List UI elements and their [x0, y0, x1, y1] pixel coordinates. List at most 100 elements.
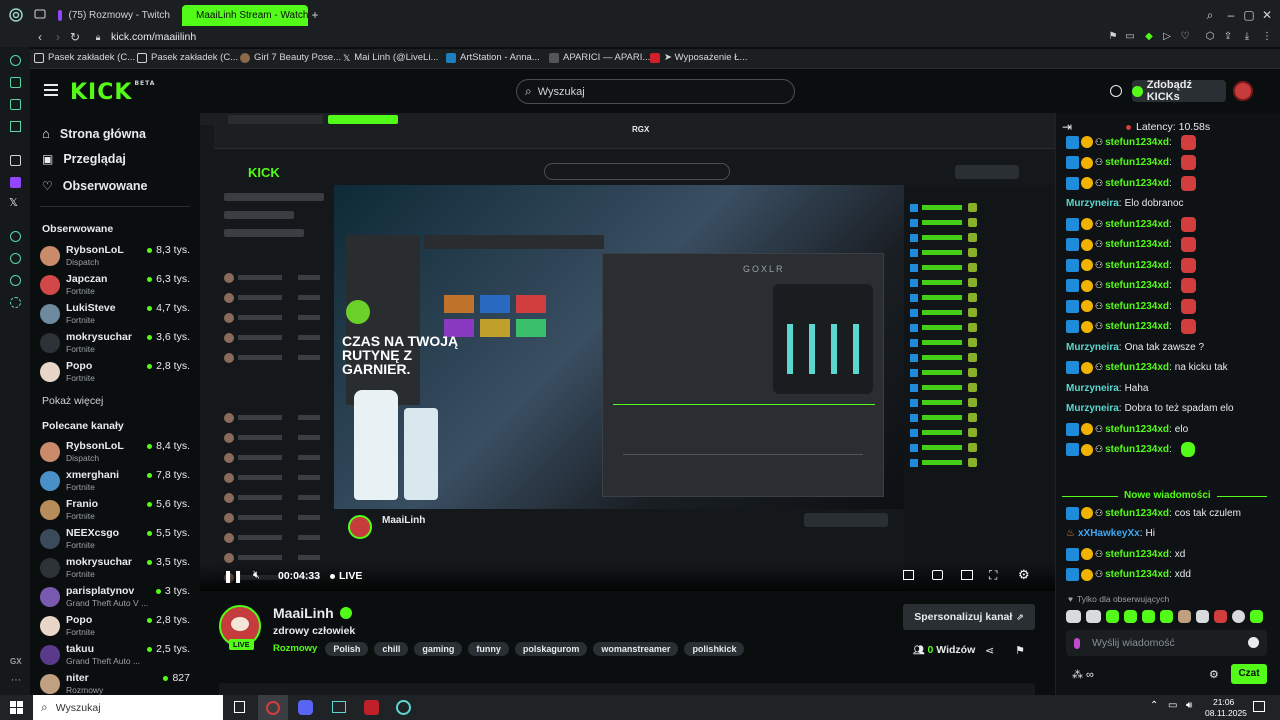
play-icon[interactable]: ▷	[1160, 30, 1174, 44]
tag-chip[interactable]: polskagurom	[514, 642, 588, 656]
more-icon[interactable]: ⋯	[11, 675, 21, 686]
rail-icon-4[interactable]	[10, 121, 21, 132]
bookmark-icon[interactable]: ⚑	[1106, 30, 1120, 44]
menu-icon[interactable]: ⋮	[1260, 30, 1274, 44]
task-view-icon[interactable]	[234, 701, 245, 713]
channel-row[interactable]: Popo Fortnite 2,8 tys.	[40, 359, 190, 387]
close-icon[interactable]: ✕	[1260, 8, 1274, 22]
bookmark-3[interactable]: Girl 7 Beauty Pose...	[240, 52, 341, 63]
video-player[interactable]: RGX KICK GOXLR CZAS NA TWOJĄ RUTYNĘ Z GA…	[200, 113, 1055, 591]
chat-settings-icon[interactable]: ⚙	[1209, 668, 1219, 681]
rail-icon-2[interactable]	[10, 77, 21, 88]
clip-icon[interactable]	[932, 570, 943, 580]
tag-chip[interactable]: chill	[374, 642, 409, 656]
chat-username[interactable]: stefun1234xd	[1105, 239, 1169, 250]
share-icon[interactable]: ⋖	[985, 644, 994, 657]
settings-icon[interactable]: ⚙	[1018, 567, 1030, 583]
bookmark-5[interactable]: ArtStation - Anna...	[446, 52, 540, 63]
emoji-picker-icon[interactable]	[1248, 637, 1259, 648]
user-avatar[interactable]	[1233, 81, 1253, 101]
search-icon[interactable]: ⌕	[1203, 8, 1217, 22]
taskbar-search[interactable]: ⌕ Wyszukaj	[33, 695, 223, 720]
channel-row[interactable]: mokrysuchar Fortnite 3,5 tys.	[40, 555, 190, 583]
chat-username[interactable]: Murzyneira	[1066, 198, 1119, 209]
browser-logo-icon[interactable]	[9, 8, 23, 22]
gx-icon[interactable]: GX	[10, 657, 22, 666]
chat-username[interactable]: stefun1234xd	[1105, 219, 1169, 230]
chat-username[interactable]: stefun1234xd	[1105, 508, 1169, 519]
emote-icon[interactable]	[1196, 610, 1209, 623]
new-tab-icon[interactable]: +	[308, 8, 322, 22]
emote-icon[interactable]	[1232, 610, 1245, 623]
channel-row[interactable]: parisplatynov Grand Theft Auto V ... 3 tys…	[40, 584, 190, 612]
customize-channel-button[interactable]: Spersonalizuj kanał ⇗	[903, 604, 1035, 630]
notifications-icon[interactable]	[1253, 701, 1265, 712]
bookmark-2[interactable]: Pasek zakładek (C...	[137, 52, 238, 63]
bookmark-1[interactable]: Pasek zakładek (C...	[34, 52, 135, 63]
chat-username[interactable]: stefun1234xd	[1105, 424, 1169, 435]
chat-username[interactable]: Murzyneira	[1066, 403, 1119, 414]
channel-row[interactable]: xmerghani Fortnite 7,8 tys.	[40, 468, 190, 496]
theater-mode-icon[interactable]	[961, 570, 973, 580]
tray-chevron-icon[interactable]: ⌃	[1150, 700, 1158, 711]
chat-input[interactable]: Wyślij wiadomość	[1066, 630, 1267, 656]
bookmark-7[interactable]: ➤ Wyposażenie Ł...	[650, 52, 747, 63]
hamburger-menu-icon[interactable]	[44, 84, 58, 96]
show-more-link[interactable]: Pokaż więcej	[42, 395, 103, 407]
rail-icon-10[interactable]	[10, 275, 21, 286]
search-input[interactable]: ⌕ Wyszukaj	[516, 79, 795, 104]
bookmark-4[interactable]: 𝕏 Mai Linh (@LiveLi...	[343, 52, 438, 63]
nav-home[interactable]: ⌂ Strona główna	[42, 126, 146, 141]
emote-icon[interactable]	[1160, 610, 1173, 623]
fullscreen-icon[interactable]: ⛶	[989, 568, 997, 583]
category-link[interactable]: Rozmowy	[273, 643, 317, 654]
emote-icon[interactable]	[1124, 610, 1137, 623]
tag-chip[interactable]: polishkick	[684, 642, 745, 656]
channel-row[interactable]: RybsonLoL Dispatch 8,3 tys.	[40, 243, 190, 271]
screenshot-icon[interactable]: ▭	[1123, 30, 1137, 44]
collapse-chat-icon[interactable]: ⇥	[1062, 120, 1072, 134]
volume-icon[interactable]: 🔇︎	[253, 569, 260, 582]
report-icon[interactable]: ⚑	[1015, 644, 1025, 657]
get-kicks-button[interactable]: Zdobądź KICKs	[1132, 79, 1226, 103]
x-icon[interactable]: 𝕏	[9, 196, 18, 209]
chat-username[interactable]: stefun1234xd	[1105, 280, 1169, 291]
chat-username[interactable]: xXHawkeyXx	[1078, 528, 1140, 539]
emote-icon[interactable]	[1178, 610, 1191, 623]
extensions-icon[interactable]: ⬡	[1203, 30, 1217, 44]
taskbar-app-4[interactable]	[396, 700, 411, 715]
chat-username[interactable]: stefun1234xd	[1105, 362, 1169, 373]
rail-icon-3[interactable]	[10, 99, 21, 110]
kick-logo[interactable]: KICK BETA	[70, 80, 155, 105]
emote-icon[interactable]	[1086, 610, 1101, 623]
reload-icon[interactable]: ↻	[68, 30, 82, 44]
emote-icon[interactable]	[1066, 610, 1081, 623]
nav-following[interactable]: ♡ Obserwowane	[42, 179, 148, 193]
channel-row[interactable]: RybsonLoL Dispatch 8,4 tys.	[40, 439, 190, 467]
rail-icon-5[interactable]	[10, 155, 21, 166]
rail-icon-8[interactable]	[10, 231, 21, 242]
tag-chip[interactable]: funny	[468, 642, 509, 656]
volume-icon[interactable]: 🔊︎	[1186, 700, 1192, 711]
twitch-icon[interactable]	[10, 177, 21, 188]
channel-row[interactable]: Popo Fortnite 2,8 tys.	[40, 613, 190, 641]
heart-icon[interactable]: ♡	[1178, 30, 1192, 44]
emote-icon[interactable]	[1250, 610, 1263, 623]
taskbar-app-opera[interactable]	[258, 695, 288, 720]
bookmark-6[interactable]: APARICI — APARI...	[549, 52, 650, 63]
clock-time[interactable]: 21:06	[1213, 697, 1234, 707]
chat-username[interactable]: stefun1234xd	[1105, 178, 1169, 189]
back-icon[interactable]: ‹	[33, 30, 47, 44]
taskbar-app-2[interactable]	[332, 701, 346, 713]
channel-row[interactable]: Japczan Fortnite 6,3 tys.	[40, 272, 190, 300]
channel-row[interactable]: Franio Fortnite 5,6 tys.	[40, 497, 190, 525]
chat-username[interactable]: stefun1234xd	[1105, 137, 1169, 148]
shield-icon[interactable]: ◆	[1142, 30, 1156, 44]
emote-icon[interactable]	[1214, 610, 1227, 623]
forward-icon[interactable]: ›	[51, 30, 65, 44]
send-chat-button[interactable]: Czat	[1231, 664, 1267, 684]
download-icon[interactable]: ⤓	[1240, 30, 1254, 44]
network-icon[interactable]: ▭	[1168, 700, 1177, 711]
clock-date[interactable]: 08.11.2025	[1205, 708, 1247, 718]
history-icon[interactable]	[10, 253, 21, 264]
